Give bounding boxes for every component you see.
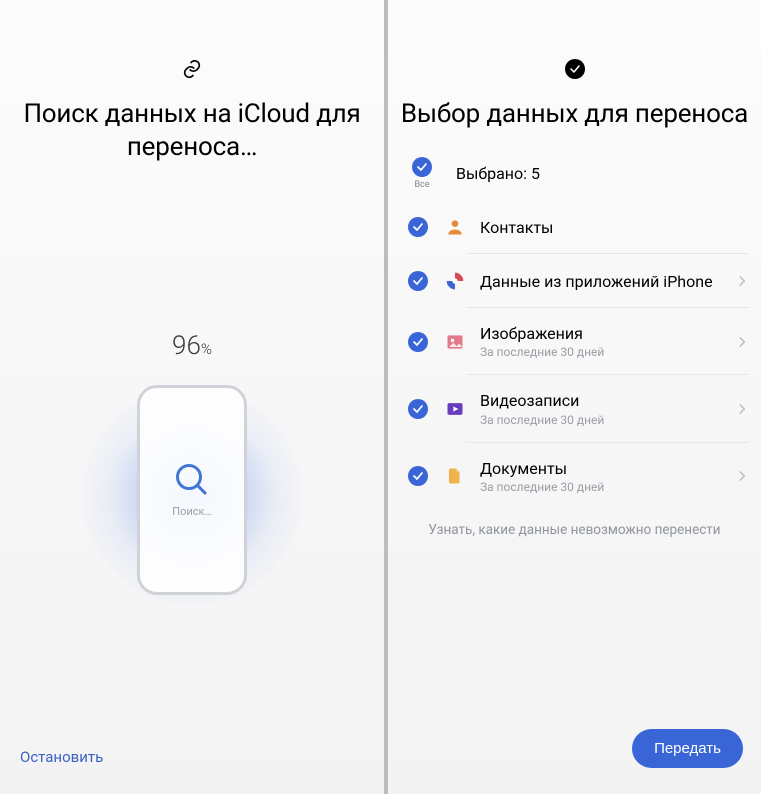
device-illustration: Поиск…	[82, 385, 302, 605]
progress-number: 96	[172, 331, 201, 361]
item-title: Данные из приложений iPhone	[480, 272, 721, 291]
app-data-icon	[444, 270, 466, 292]
select-title: Выбор данных для переноса	[401, 98, 748, 131]
list-item-contacts[interactable]: Контакты	[388, 200, 761, 254]
data-list: Контакты Данные из приложений iPhone	[388, 200, 761, 510]
select-all-checkbox[interactable]	[412, 157, 432, 177]
checkbox-contacts[interactable]	[408, 217, 428, 237]
chevron-right-icon	[735, 402, 749, 416]
searching-label: Поиск…	[172, 505, 212, 518]
list-item-images[interactable]: Изображения За последние 30 дней	[388, 308, 761, 375]
documents-icon	[444, 465, 466, 487]
selected-count: Выбрано: 5	[456, 164, 540, 183]
search-title: Поиск данных на iCloud для переноса…	[0, 98, 384, 165]
checkbox-videos[interactable]	[408, 399, 428, 419]
checkbox-iphone-apps[interactable]	[408, 271, 428, 291]
list-item-iphone-apps[interactable]: Данные из приложений iPhone	[388, 254, 761, 308]
phone-outline: Поиск…	[137, 385, 247, 595]
select-all-row[interactable]: Все Выбрано: 5	[388, 131, 761, 200]
list-item-videos[interactable]: Видеозаписи За последние 30 дней	[388, 375, 761, 442]
transfer-button[interactable]: Передать	[632, 729, 743, 768]
list-item-documents[interactable]: Документы За последние 30 дней	[388, 443, 761, 510]
chevron-right-icon	[735, 274, 749, 288]
stop-button[interactable]: Остановить	[20, 748, 103, 766]
item-title: Видеозаписи	[480, 391, 721, 410]
item-sub: За последние 30 дней	[480, 413, 721, 427]
screen-search: Поиск данных на iCloud для переноса… 96%…	[0, 0, 384, 794]
checkbox-documents[interactable]	[408, 466, 428, 486]
cannot-transfer-link[interactable]: Узнать, какие данные невозможно перенест…	[388, 522, 761, 538]
magnifier-icon	[173, 461, 211, 499]
item-title: Изображения	[480, 324, 721, 343]
item-sub: За последние 30 дней	[480, 345, 721, 359]
progress-value: 96%	[172, 331, 212, 361]
item-title: Контакты	[480, 218, 749, 237]
videos-icon	[444, 398, 466, 420]
checkbox-images[interactable]	[408, 332, 428, 352]
chevron-right-icon	[735, 335, 749, 349]
contacts-icon	[444, 216, 466, 238]
images-icon	[444, 331, 466, 353]
progress-pct: %	[201, 340, 212, 358]
item-title: Документы	[480, 459, 721, 478]
check-top-icon	[564, 58, 586, 80]
chevron-right-icon	[735, 469, 749, 483]
item-sub: За последние 30 дней	[480, 480, 721, 494]
screen-select-data: Выбор данных для переноса Все Выбрано: 5…	[388, 0, 761, 794]
link-icon	[181, 58, 203, 80]
select-all-sublabel: Все	[414, 180, 429, 190]
